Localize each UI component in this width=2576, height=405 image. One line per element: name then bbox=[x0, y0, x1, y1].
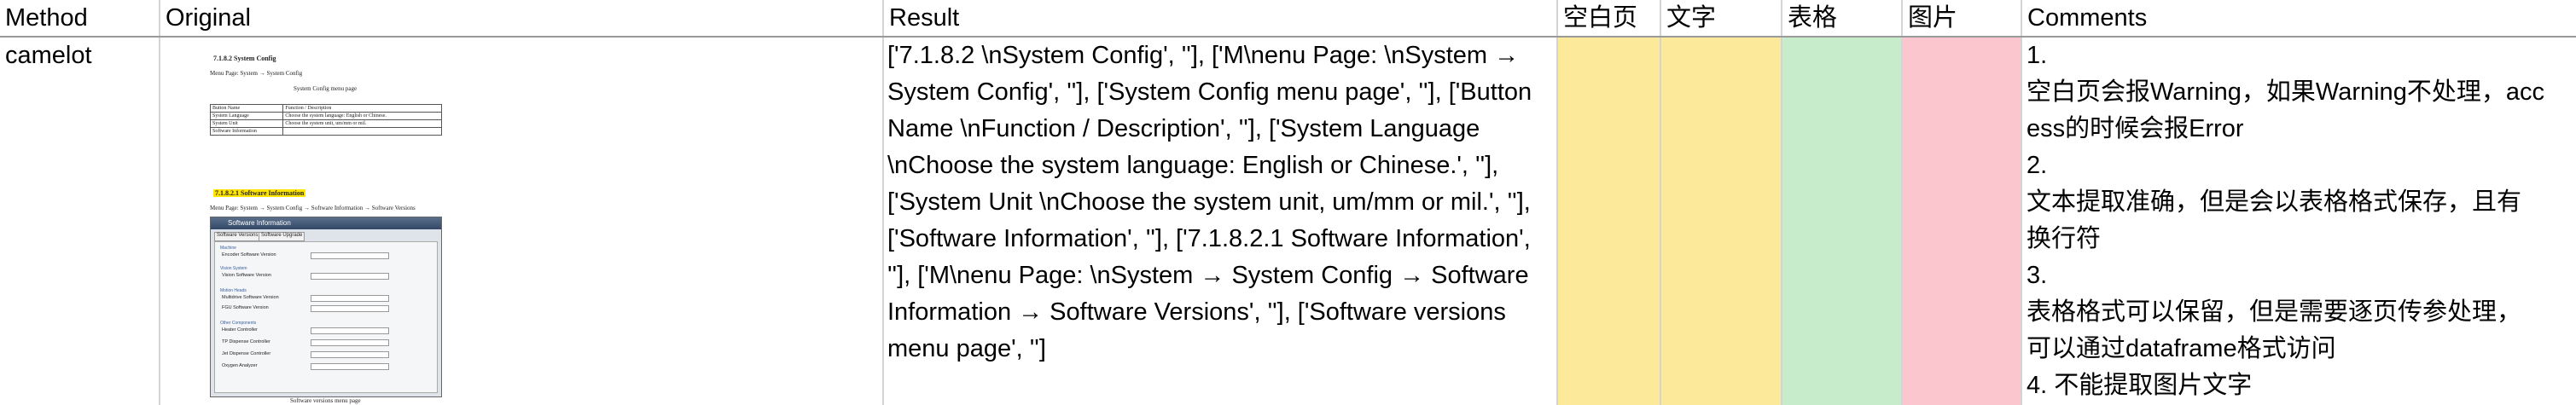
field-row: Oxygen Analyzer bbox=[222, 363, 258, 368]
header-text[interactable]: 文字 bbox=[1661, 0, 1721, 36]
dialog-body: Machine Encoder Software Version Vision … bbox=[214, 241, 438, 393]
tab-software-versions: Software Versions bbox=[214, 232, 261, 241]
comments-cell[interactable]: 1. 空白页会报Warning，如果Warning不处理，acc ess的时候会… bbox=[2026, 38, 2573, 404]
thumb-table: Button Name Function / Description System… bbox=[209, 104, 442, 136]
spreadsheet: Method Original Result 空白页 文字 表格 图片 Comm… bbox=[0, 0, 2576, 405]
comment-line: ess的时候会报Error bbox=[2026, 115, 2244, 142]
header-comments[interactable]: Comments bbox=[2022, 0, 2152, 36]
table-cell: Function / Description bbox=[282, 104, 442, 113]
result-line: Name \nFunction / Description', ''], ['S… bbox=[887, 115, 1480, 142]
field-row: Multidrive Software Version bbox=[222, 295, 279, 300]
result-line: menu page', ''] bbox=[887, 335, 1046, 362]
table-cell: Software Information bbox=[209, 127, 284, 136]
header-blank-page[interactable]: 空白页 bbox=[1558, 0, 1643, 36]
comment-line: 换行符 bbox=[2026, 225, 2102, 252]
field-row: Encoder Software Version bbox=[222, 252, 276, 257]
field-row: Jet Dispense Controller bbox=[222, 351, 271, 356]
comment-line: 1. bbox=[2026, 42, 2048, 69]
result-line: System Config', ''], ['System Config men… bbox=[887, 78, 1532, 106]
result-line: ''], ['M\nenu Page: \nSystem → System Co… bbox=[887, 262, 1529, 289]
result-line: \nChoose the system language: English or… bbox=[887, 152, 1499, 179]
comment-line: 3. bbox=[2026, 262, 2048, 289]
original-document-thumbnail[interactable]: 7.1.8.2 System Config Menu Page: System … bbox=[205, 53, 461, 404]
column-text bbox=[1661, 0, 1782, 405]
table-cell: Choose the system unit, um/mm or mil. bbox=[282, 119, 442, 128]
thumb-section-title: 7.1.8.2 System Config bbox=[213, 55, 276, 62]
table-cell: Choose the system language: English or C… bbox=[282, 112, 442, 120]
table-cell: System Language bbox=[209, 112, 284, 120]
result-line: ['7.1.8.2 \nSystem Config', ''], ['M\nen… bbox=[887, 42, 1520, 69]
table-cell: System Unit bbox=[209, 119, 284, 128]
header-method[interactable]: Method bbox=[0, 0, 93, 36]
comment-line: 2. bbox=[2026, 152, 2048, 179]
field-input bbox=[311, 339, 389, 346]
comment-line: 空白页会报Warning，如果Warning不处理，acc bbox=[2026, 78, 2544, 106]
result-line: ['System Unit \nChoose the system unit, … bbox=[887, 188, 1531, 216]
field-row: Heater Controller bbox=[222, 327, 258, 333]
method-cell[interactable]: camelot bbox=[5, 38, 92, 74]
header-result[interactable]: Result bbox=[884, 0, 964, 36]
header-image[interactable]: 图片 bbox=[1903, 0, 1963, 36]
table-row: Software Information bbox=[209, 127, 442, 136]
comment-line: 表格格式可以保留，但是需要逐页传参处理， bbox=[2026, 298, 2522, 326]
result-cell[interactable]: ['7.1.8.2 \nSystem Config', ''], ['M\nen… bbox=[887, 38, 1553, 367]
group-label: Motion Heads bbox=[220, 288, 247, 293]
field-input bbox=[311, 363, 389, 370]
field-row: FGU Software Version bbox=[222, 305, 269, 310]
field-input bbox=[311, 327, 389, 334]
table-row: System Unit Choose the system unit, um/mm… bbox=[209, 119, 442, 128]
software-info-dialog: Software Information Software Versions S… bbox=[210, 217, 442, 397]
field-input bbox=[311, 295, 389, 302]
comment-line: 可以通过dataframe格式访问 bbox=[2026, 335, 2336, 362]
column-blank-page bbox=[1558, 0, 1661, 405]
dialog-title: Software Information bbox=[228, 219, 291, 227]
field-input bbox=[311, 273, 389, 280]
table-cell bbox=[282, 127, 442, 136]
result-line: Information → Software Versions', ''], [… bbox=[887, 298, 1506, 326]
group-label: Other Components bbox=[220, 321, 257, 326]
thumb-caption: Software versions menu page bbox=[290, 397, 361, 404]
field-row: TP Dispense Controller bbox=[222, 339, 270, 344]
comment-line: 4. 不能提取图片文字 bbox=[2026, 372, 2253, 399]
thumb-subsection-title: 7.1.8.2.1 Software Information bbox=[213, 189, 306, 197]
dialog-titlebar: Software Information bbox=[211, 217, 441, 229]
table-cell: Button Name bbox=[209, 104, 284, 113]
column-image bbox=[1903, 0, 2022, 405]
tab-software-upgrade: Software Upgrade bbox=[259, 232, 305, 241]
field-input bbox=[311, 252, 389, 259]
comment-line: 文本提取准确，但是会以表格格式保存，且有 bbox=[2026, 188, 2522, 216]
header-original[interactable]: Original bbox=[160, 0, 256, 36]
thumb-menu-caption: System Config menu page bbox=[294, 85, 358, 92]
thumb-menu-path: Menu Page: System → System Config bbox=[210, 70, 303, 77]
table-row: System Language Choose the system languag… bbox=[209, 112, 442, 120]
highlighted-heading: 7.1.8.2.1 Software Information bbox=[213, 189, 306, 197]
result-line: ['Software Information', ''], ['7.1.8.2.… bbox=[887, 225, 1531, 252]
field-input bbox=[311, 351, 389, 358]
header-table[interactable]: 表格 bbox=[1782, 0, 1842, 36]
group-label: Machine bbox=[220, 246, 236, 251]
table-row: Button Name Function / Description bbox=[209, 104, 442, 113]
field-input bbox=[311, 305, 389, 312]
field-row: Vision Software Version bbox=[222, 273, 271, 278]
column-table bbox=[1782, 0, 1903, 405]
group-label: Vision System bbox=[220, 266, 247, 271]
thumb-sub-menu-path: Menu Page: System → System Config → Soft… bbox=[210, 205, 416, 211]
